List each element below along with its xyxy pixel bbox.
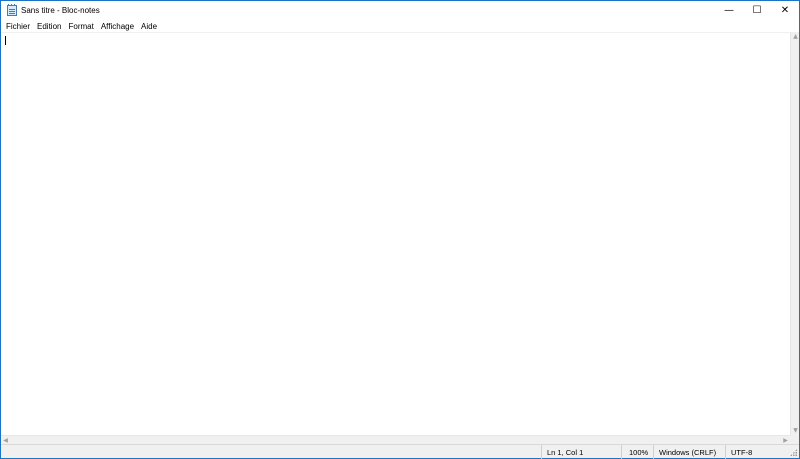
status-bar: Ln 1, Col 1 100% Windows (CRLF) UTF-8 <box>1 444 799 459</box>
notepad-window: Sans titre - Bloc-notes — ☐ ✕ Fichier Ed… <box>0 0 800 459</box>
text-caret <box>5 36 6 45</box>
menu-affichage[interactable]: Affichage <box>100 22 138 31</box>
menu-fichier[interactable]: Fichier <box>5 22 34 31</box>
menu-aide[interactable]: Aide <box>140 22 161 31</box>
maximize-button[interactable]: ☐ <box>743 1 771 20</box>
text-editor[interactable] <box>1 33 790 435</box>
scroll-up-icon[interactable]: ▲ <box>791 32 800 41</box>
notepad-icon <box>7 4 17 16</box>
zoom-level: 100% <box>621 445 653 459</box>
line-ending: Windows (CRLF) <box>653 445 725 459</box>
close-button[interactable]: ✕ <box>771 1 799 20</box>
scroll-down-icon[interactable]: ▼ <box>791 426 800 435</box>
title-bar[interactable]: Sans titre - Bloc-notes — ☐ ✕ <box>1 1 799 20</box>
text-editor-area <box>1 32 790 435</box>
window-title: Sans titre - Bloc-notes <box>21 6 100 15</box>
menu-bar: Fichier Edition Format Affichage Aide <box>1 20 799 32</box>
vertical-scrollbar[interactable]: ▲ ▼ <box>790 32 799 435</box>
menu-format[interactable]: Format <box>67 22 97 31</box>
scrollbar-corner <box>790 435 799 444</box>
minimize-button[interactable]: — <box>715 1 743 20</box>
window-controls: — ☐ ✕ <box>715 1 799 20</box>
horizontal-scrollbar[interactable]: ◀ ▶ <box>1 435 790 444</box>
cursor-position: Ln 1, Col 1 <box>541 445 621 459</box>
encoding: UTF-8 <box>725 445 799 459</box>
menu-edition[interactable]: Edition <box>36 22 65 31</box>
